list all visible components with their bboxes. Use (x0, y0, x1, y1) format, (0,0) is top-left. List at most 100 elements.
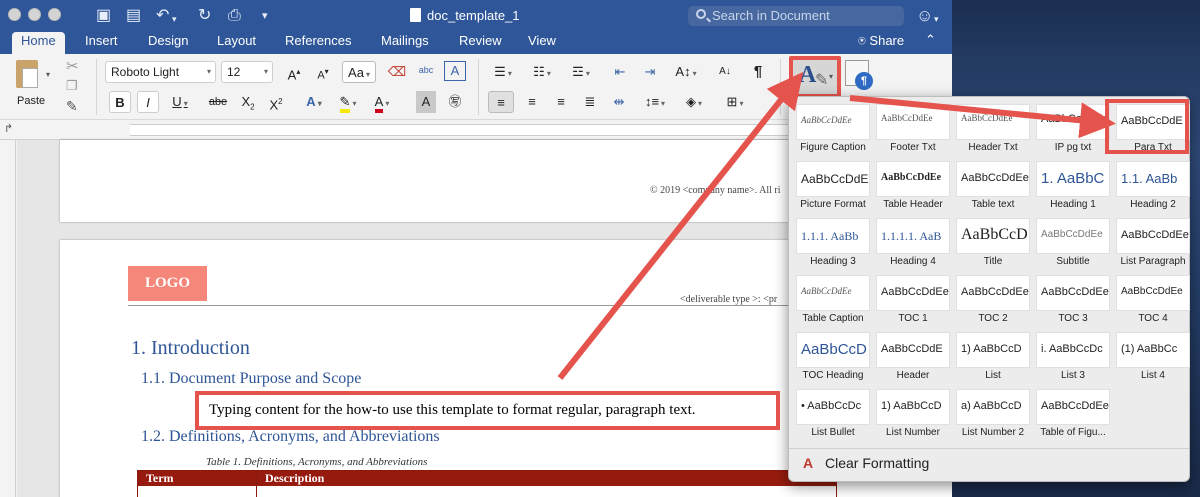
style-header[interactable]: AaBbCcDdE Header (876, 332, 950, 381)
style-subtitle[interactable]: AaBbCcDdEe Subtitle (1036, 218, 1110, 267)
font-color-button[interactable]: A ▾ (368, 91, 396, 113)
decrease-indent-icon[interactable]: ⇤ (608, 61, 632, 83)
highlight-button[interactable]: ✎ ▾ (334, 91, 362, 113)
borders-button[interactable]: ⊞ ▾ (718, 91, 752, 113)
feedback-dropdown-icon[interactable]: ▾ (934, 9, 939, 29)
paste-button[interactable]: ▾ (12, 58, 52, 96)
share-button[interactable]: ⍟ Share (858, 32, 904, 50)
style-table-text[interactable]: AaBbCcDdEe Table text (956, 161, 1030, 210)
style-toc-heading[interactable]: AaBbCcD TOC Heading (796, 332, 870, 381)
redo-icon[interactable]: ↻ (198, 6, 211, 26)
tab-review[interactable]: Review (450, 32, 511, 54)
zoom-window-button[interactable] (48, 8, 61, 21)
styles-pane-toggle[interactable]: ¶ (845, 60, 875, 92)
style-toc-3[interactable]: AaBbCcDdEe TOC 3 (1036, 275, 1110, 324)
close-window-button[interactable] (8, 8, 21, 21)
style-list-3[interactable]: i. AaBbCcDc List 3 (1036, 332, 1110, 381)
clear-format-icon[interactable]: ⌫ (384, 61, 410, 83)
style-heading-3[interactable]: 1.1.1. AaBb Heading 3 (796, 218, 870, 267)
tab-design[interactable]: Design (139, 32, 197, 54)
customize-toolbar-icon[interactable]: ▾ (262, 6, 268, 26)
search-input[interactable]: Search in Document (688, 6, 904, 26)
style-title[interactable]: AaBbCcD Title (956, 218, 1030, 267)
copy-icon[interactable]: ❐ (66, 78, 78, 94)
style-footer-txt[interactable]: AaBbCcDdEe Footer Txt (876, 104, 950, 153)
enclose-characters-icon[interactable]: ㊢ (444, 91, 466, 113)
style-heading-2[interactable]: 1.1. AaBb Heading 2 (1116, 161, 1190, 210)
align-center-button[interactable]: ≡ (519, 91, 545, 113)
callout-paragraph[interactable]: Typing content for the how-to use this t… (195, 391, 780, 430)
shrink-font-button[interactable]: A▾ (310, 61, 336, 83)
clear-formatting-item[interactable]: A Clear Formatting (803, 455, 929, 471)
character-border-button[interactable]: A (444, 61, 466, 81)
superscript-button[interactable]: X2 (266, 91, 286, 113)
heading-2-definitions[interactable]: 1.2. Definitions, Acronyms, and Abbrevia… (141, 428, 440, 446)
undo-icon[interactable]: ↶ (156, 6, 169, 26)
heading-2-purpose[interactable]: 1.1. Document Purpose and Scope (141, 370, 361, 388)
style-heading-4[interactable]: 1.1.1.1. AaB Heading 4 (876, 218, 950, 267)
minimize-window-button[interactable] (28, 8, 41, 21)
change-case-button[interactable]: Aa ▾ (342, 61, 376, 83)
grow-font-button[interactable]: A▴ (281, 61, 307, 83)
justify-button[interactable]: ≣ (577, 91, 603, 113)
bullets-button[interactable]: ☰ ▾ (487, 61, 519, 83)
align-right-button[interactable]: ≡ (548, 91, 574, 113)
paste-dropdown-icon[interactable]: ▾ (46, 70, 50, 79)
format-painter-icon[interactable]: ✎ (66, 98, 78, 115)
tab-mailings[interactable]: Mailings (372, 32, 438, 54)
style-list-bullet[interactable]: • AaBbCcDc List Bullet (796, 389, 870, 438)
tab-references[interactable]: References (276, 32, 360, 54)
tab-stop-icon[interactable]: ↱ (4, 122, 13, 135)
style-list-number[interactable]: 1) AaBbCcD List Number (876, 389, 950, 438)
italic-button[interactable]: I (137, 91, 159, 113)
character-shading-button[interactable]: A (416, 91, 436, 113)
cut-icon[interactable]: ✂ (66, 57, 79, 75)
heading-1[interactable]: 1. Introduction (131, 337, 250, 360)
style-ip-pg-txt[interactable]: AaBbCcDdEe IP pg txt (1036, 104, 1110, 153)
table-caption[interactable]: Table 1. Definitions, Acronyms, and Abbr… (206, 456, 427, 468)
subscript-button[interactable]: X2 (238, 91, 258, 113)
style-table-caption[interactable]: AaBbCcDdEe Table Caption (796, 275, 870, 324)
tab-layout[interactable]: Layout (208, 32, 265, 54)
align-left-button[interactable]: ≡ (488, 91, 514, 113)
font-size-select[interactable]: 12 ▾ (221, 61, 273, 83)
phonetic-guide-button[interactable]: abc (414, 59, 438, 81)
shading-button[interactable]: ◈ ▾ (678, 91, 710, 113)
numbering-button[interactable]: ☷ ▾ (526, 61, 558, 83)
style-list-4[interactable]: (1) AaBbCc List 4 (1116, 332, 1190, 381)
strikethrough-button[interactable]: abe (205, 91, 231, 113)
font-name-select[interactable]: Roboto Light ▾ (105, 61, 216, 83)
underline-button[interactable]: U ▾ (166, 91, 194, 113)
style-table-of-figures[interactable]: AaBbCcDdEe Table of Figu... (1036, 389, 1110, 438)
tab-view[interactable]: View (519, 32, 565, 54)
style-heading-1[interactable]: 1. AaBbC Heading 1 (1036, 161, 1110, 210)
style-list[interactable]: 1) AaBbCcD List (956, 332, 1030, 381)
save-icon[interactable]: ▤ (126, 6, 141, 26)
style-header-txt[interactable]: AaBbCcDdEe Header Txt (956, 104, 1030, 153)
sidebar-icon[interactable]: ▣ (96, 6, 111, 26)
increase-indent-icon[interactable]: ⇥ (638, 61, 662, 83)
sort-button[interactable]: A↓ (710, 61, 740, 83)
multilevel-list-button[interactable]: ☲ ▾ (565, 61, 597, 83)
print-icon[interactable]: ⎙ (228, 6, 241, 26)
show-formatting-button[interactable]: ¶ (746, 61, 770, 83)
definitions-table[interactable]: Term Description (137, 470, 837, 497)
line-spacing-button[interactable]: ↕≡ ▾ (638, 91, 672, 113)
undo-dropdown-icon[interactable]: ▾ (172, 9, 177, 29)
style-list-paragraph[interactable]: AaBbCcDdEe List Paragraph (1116, 218, 1190, 267)
text-effects-button[interactable]: A ▾ (300, 91, 328, 113)
style-picture-format[interactable]: AaBbCcDdE Picture Format (796, 161, 870, 210)
text-direction-button[interactable]: A↕ ▾ (670, 61, 702, 83)
distributed-button[interactable]: ⇹ (606, 91, 632, 113)
style-toc-4[interactable]: AaBbCcDdEe TOC 4 (1116, 275, 1190, 324)
tab-insert[interactable]: Insert (76, 32, 127, 54)
style-toc-1[interactable]: AaBbCcDdEe TOC 1 (876, 275, 950, 324)
style-toc-2[interactable]: AaBbCcDdEe TOC 2 (956, 275, 1030, 324)
bold-button[interactable]: B (109, 91, 131, 113)
style-list-number-2[interactable]: a) AaBbCcD List Number 2 (956, 389, 1030, 438)
style-figure-caption[interactable]: AaBbCcDdEe Figure Caption (796, 104, 870, 153)
tab-home[interactable]: Home (12, 32, 65, 56)
collapse-ribbon-icon[interactable]: ⌃ (925, 32, 936, 48)
style-table-header[interactable]: AaBbCcDdEe Table Header (876, 161, 950, 210)
styles-pane-button[interactable]: A ✎ ▾ (789, 56, 841, 98)
